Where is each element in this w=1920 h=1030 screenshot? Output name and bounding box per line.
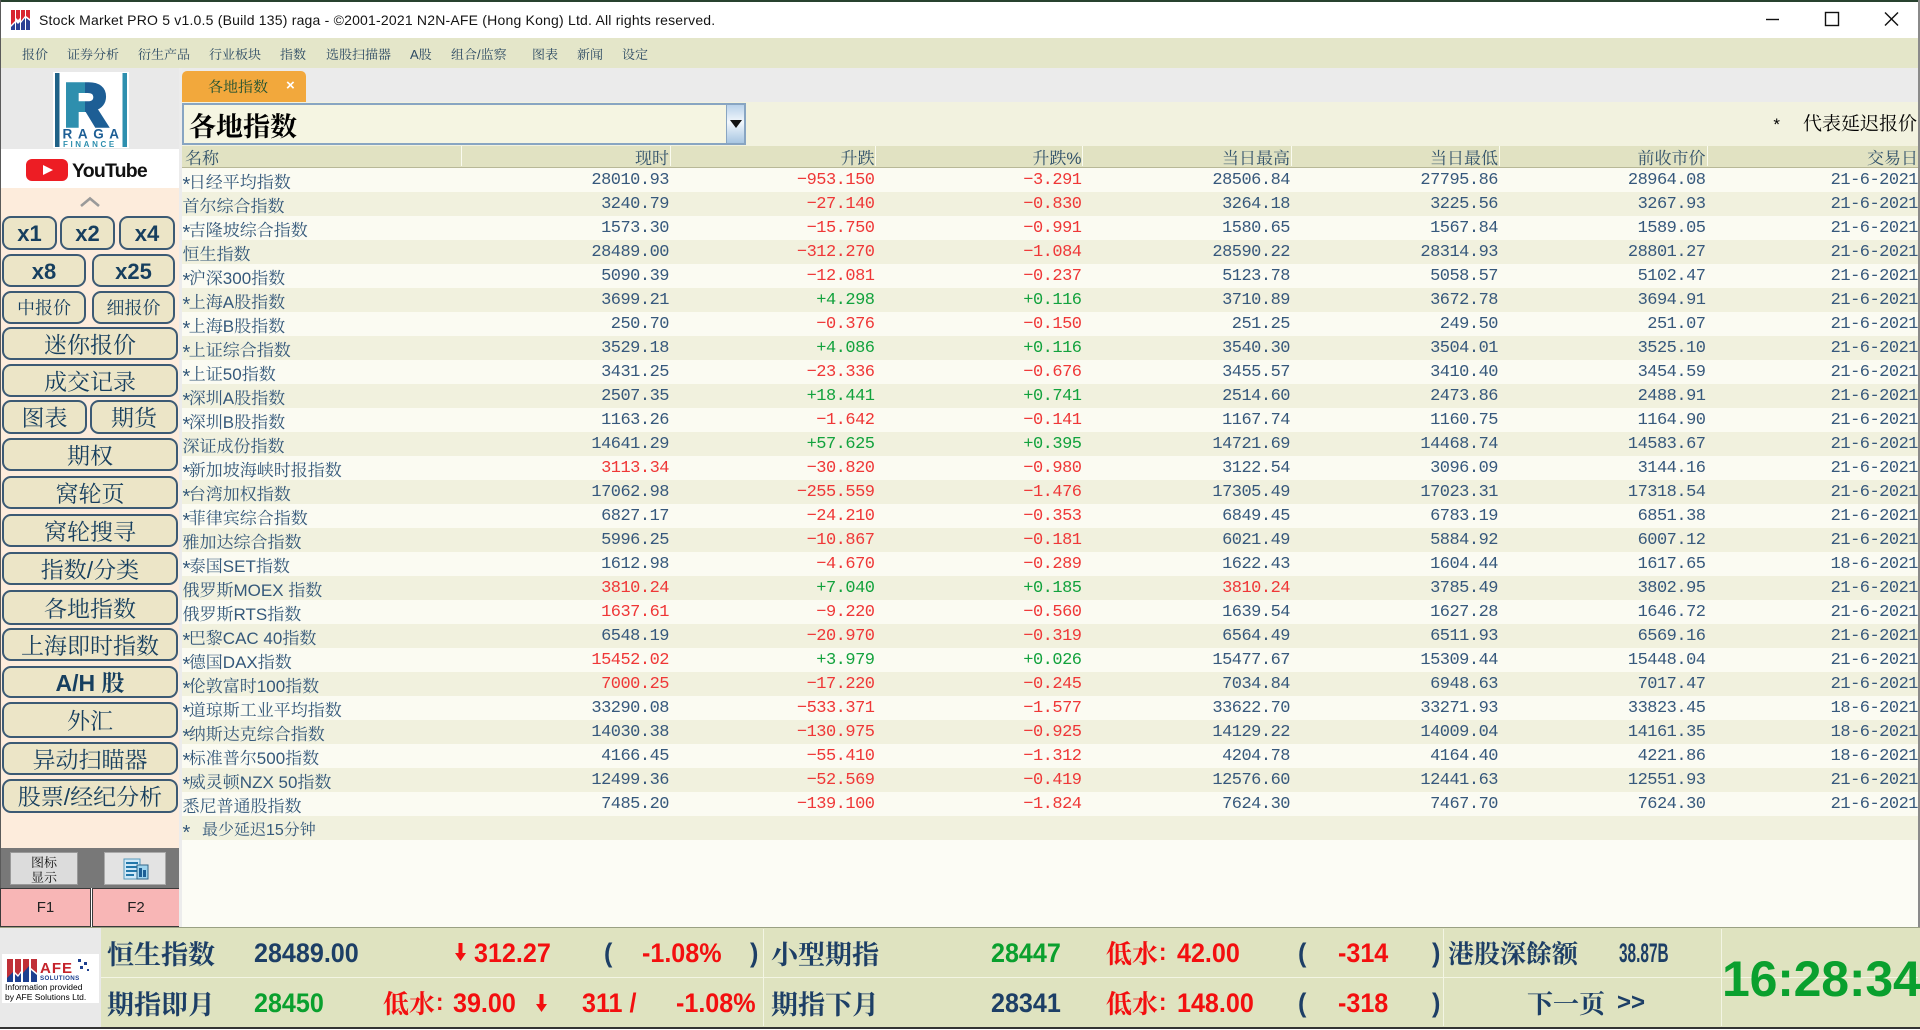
svg-text:SOLUTIONS: SOLUTIONS: [40, 975, 80, 982]
svg-text:YouTube: YouTube: [72, 160, 148, 181]
svg-text:FINANCE: FINANCE: [63, 140, 117, 148]
